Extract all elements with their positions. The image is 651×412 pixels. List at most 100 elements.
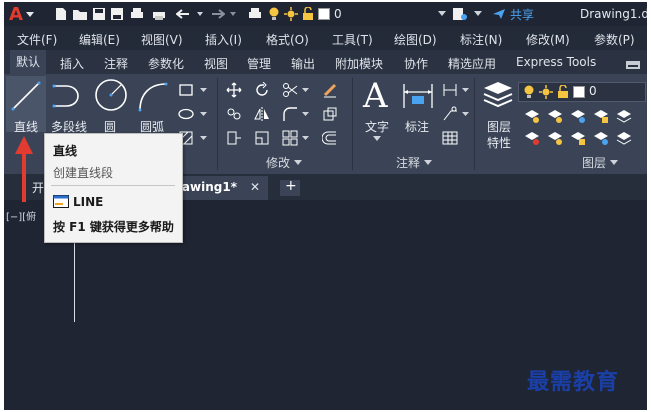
fillet-icon[interactable] [282, 106, 298, 122]
redo-dropdown-icon[interactable] [230, 2, 236, 26]
dimension-tool-button[interactable]: 标注 [398, 76, 436, 136]
unlock-icon[interactable] [302, 2, 314, 26]
menu-insert[interactable]: 插入(I) [205, 31, 242, 48]
menu-modify[interactable]: 修改(M) [526, 31, 570, 48]
annotation-panel-dropdown-icon[interactable] [424, 160, 432, 166]
linear-dimension-dropdown-icon[interactable] [462, 86, 470, 94]
layer-dropdown-icon[interactable] [438, 2, 446, 26]
trim-dropdown-icon[interactable] [302, 86, 310, 94]
lightbulb-icon[interactable] [268, 2, 280, 26]
layer-tool-icon[interactable] [524, 130, 540, 146]
rectangle-icon[interactable] [178, 82, 194, 98]
ellipse-icon[interactable] [178, 106, 194, 122]
circle-tool-button[interactable]: 圆 [92, 76, 128, 134]
tab-manage[interactable]: 管理 [247, 55, 271, 72]
explode-icon[interactable] [322, 106, 338, 122]
layer-on-lightbulb-icon[interactable] [523, 85, 535, 99]
layers-panel-dropdown-icon[interactable] [610, 160, 618, 166]
layer-tool-icon[interactable] [570, 130, 586, 146]
layer-tool-icon[interactable] [547, 130, 563, 146]
leader-dropdown-icon[interactable] [462, 110, 470, 118]
layer-tool-icon[interactable] [616, 130, 632, 146]
tab-annotate[interactable]: 注释 [104, 55, 128, 72]
layer-properties-button[interactable]: 图层 特性 [478, 76, 518, 152]
layers-panel-label[interactable]: 图层 [582, 154, 606, 171]
save-as-icon[interactable] [110, 2, 124, 26]
menu-edit[interactable]: 编辑(E) [79, 31, 120, 48]
copy-icon[interactable] [226, 106, 242, 122]
scale-icon[interactable] [254, 130, 270, 146]
tab-featured-apps[interactable]: 精选应用 [448, 55, 496, 72]
app-logo[interactable]: A [9, 2, 23, 26]
undo-icon[interactable] [176, 2, 192, 26]
layer-thaw-sun-icon[interactable] [539, 85, 553, 99]
line-tool-button[interactable]: 直线 [6, 76, 46, 134]
close-tab-icon[interactable]: ✕ [250, 180, 260, 194]
layer-tool-icon[interactable] [524, 108, 540, 124]
sun-icon[interactable] [284, 2, 298, 26]
tab-view[interactable]: 视图 [204, 55, 228, 72]
tab-express-tools[interactable]: Express Tools [516, 55, 596, 69]
viewport-controls[interactable]: [−][俯 [6, 208, 36, 223]
arc-tool-button[interactable]: 圆弧 [132, 76, 172, 134]
share-icon[interactable] [492, 2, 506, 26]
layer-tool-icon[interactable] [593, 108, 609, 124]
ellipse-dropdown-icon[interactable] [200, 110, 208, 118]
erase-icon[interactable] [322, 82, 338, 98]
text-dropdown-icon[interactable] [373, 136, 381, 142]
fillet-dropdown-icon[interactable] [302, 110, 310, 118]
rotate-icon[interactable] [254, 82, 270, 98]
leader-icon[interactable] [442, 106, 458, 122]
tab-insert[interactable]: 插入 [60, 55, 84, 72]
app-menu-arrow-icon[interactable] [26, 2, 34, 26]
ribbon-minimize-icon[interactable] [626, 58, 640, 72]
layer-tool-icon[interactable] [547, 108, 563, 124]
open-folder-icon[interactable] [72, 2, 88, 26]
mirror-icon[interactable] [254, 106, 270, 122]
polyline-tool-button[interactable]: 多段线 [48, 76, 90, 134]
tab-parametric[interactable]: 参数化 [148, 55, 184, 72]
modify-panel-label[interactable]: 修改 [266, 154, 290, 171]
array-icon[interactable] [282, 130, 298, 146]
table-icon[interactable] [442, 130, 458, 146]
hatch-dropdown-icon[interactable] [200, 134, 208, 142]
offset-icon[interactable] [322, 130, 338, 146]
modify-panel-dropdown-icon[interactable] [294, 160, 302, 166]
tab-output[interactable]: 输出 [291, 55, 315, 72]
customize-dropdown-icon[interactable] [474, 2, 482, 26]
undo-dropdown-icon[interactable] [197, 2, 203, 26]
layer-tool-icon[interactable] [570, 108, 586, 124]
tab-collaborate[interactable]: 协作 [404, 55, 428, 72]
new-file-icon[interactable] [54, 2, 68, 26]
redo-icon[interactable] [209, 2, 225, 26]
new-tab-button[interactable]: + [280, 178, 300, 196]
rectangle-dropdown-icon[interactable] [200, 86, 208, 94]
save-icon[interactable] [92, 2, 106, 26]
plot-quick-icon[interactable] [248, 2, 262, 26]
menu-file[interactable]: 文件(F) [17, 31, 57, 48]
move-icon[interactable] [226, 82, 242, 98]
trim-icon[interactable] [282, 82, 298, 98]
menu-dimension[interactable]: 标注(N) [460, 31, 502, 48]
layer-tool-icon[interactable] [616, 108, 632, 124]
array-dropdown-icon[interactable] [302, 134, 310, 142]
tab-default[interactable]: 默认 [10, 50, 47, 74]
linear-dimension-icon[interactable] [442, 82, 458, 98]
layer-unlock-icon[interactable] [557, 85, 569, 99]
menu-format[interactable]: 格式(O) [266, 31, 309, 48]
menu-view[interactable]: 视图(V) [141, 31, 183, 48]
workspace-icon[interactable] [452, 2, 468, 26]
layer-name[interactable]: 0 [334, 2, 342, 26]
text-tool-button[interactable]: A 文字 [360, 76, 394, 152]
layer-dropdown[interactable]: 0 [518, 82, 646, 102]
plot-icon[interactable] [130, 2, 144, 26]
stretch-icon[interactable] [226, 130, 242, 146]
share-button[interactable]: 共享 [510, 2, 534, 26]
menu-draw[interactable]: 绘图(D) [394, 31, 437, 48]
menu-tools[interactable]: 工具(T) [332, 31, 373, 48]
tab-addins[interactable]: 附加模块 [335, 55, 383, 72]
menu-parametric[interactable]: 参数(P) [594, 31, 635, 48]
print-icon[interactable] [152, 2, 166, 26]
annotation-panel-label[interactable]: 注释 [396, 154, 420, 171]
layer-tool-icon[interactable] [593, 130, 609, 146]
